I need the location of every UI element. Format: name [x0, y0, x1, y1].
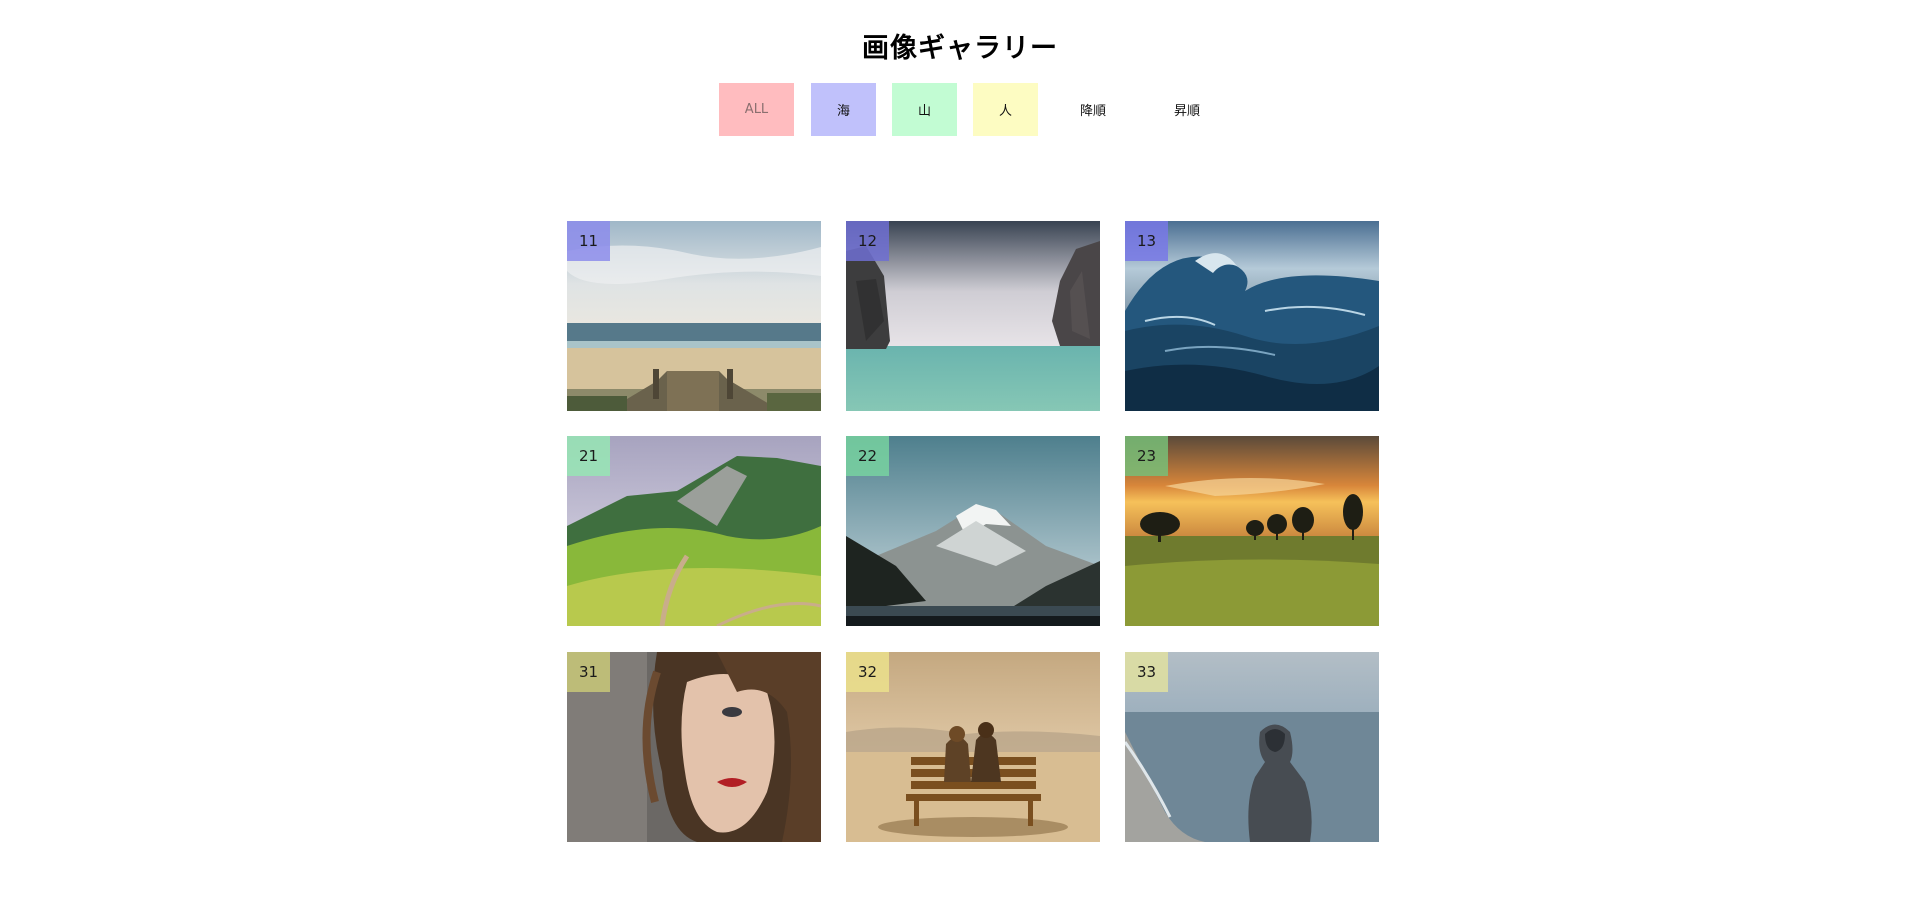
gallery-item[interactable]: 12	[846, 221, 1100, 411]
sort-ascending-button[interactable]: 昇順	[1154, 83, 1220, 136]
filter-mountain-button[interactable]: 山	[892, 83, 957, 136]
filter-sea-button[interactable]: 海	[811, 83, 876, 136]
gallery-item[interactable]: 21	[567, 436, 821, 626]
sort-descending-button[interactable]: 降順	[1060, 83, 1126, 136]
item-number: 33	[1125, 652, 1168, 692]
item-number: 21	[567, 436, 610, 476]
image-gallery-grid: 11 12 13 21 22 23 31 32 33	[567, 221, 1379, 843]
item-number: 22	[846, 436, 889, 476]
item-number: 31	[567, 652, 610, 692]
gallery-item[interactable]: 32	[846, 652, 1100, 842]
item-number: 13	[1125, 221, 1168, 261]
filter-people-button[interactable]: 人	[973, 83, 1038, 136]
gallery-item[interactable]: 11	[567, 221, 821, 411]
gallery-item[interactable]: 23	[1125, 436, 1379, 626]
gallery-item[interactable]: 22	[846, 436, 1100, 626]
gallery-item[interactable]: 13	[1125, 221, 1379, 411]
item-number: 32	[846, 652, 889, 692]
page-title: 画像ギャラリー	[862, 33, 1058, 64]
item-number: 11	[567, 221, 610, 261]
item-number: 23	[1125, 436, 1168, 476]
filter-bar: ALL 海 山 人 降順 昇順	[0, 83, 1920, 136]
filter-all-button[interactable]: ALL	[719, 83, 794, 136]
gallery-item[interactable]: 33	[1125, 652, 1379, 842]
gallery-item[interactable]: 31	[567, 652, 821, 842]
item-number: 12	[846, 221, 889, 261]
